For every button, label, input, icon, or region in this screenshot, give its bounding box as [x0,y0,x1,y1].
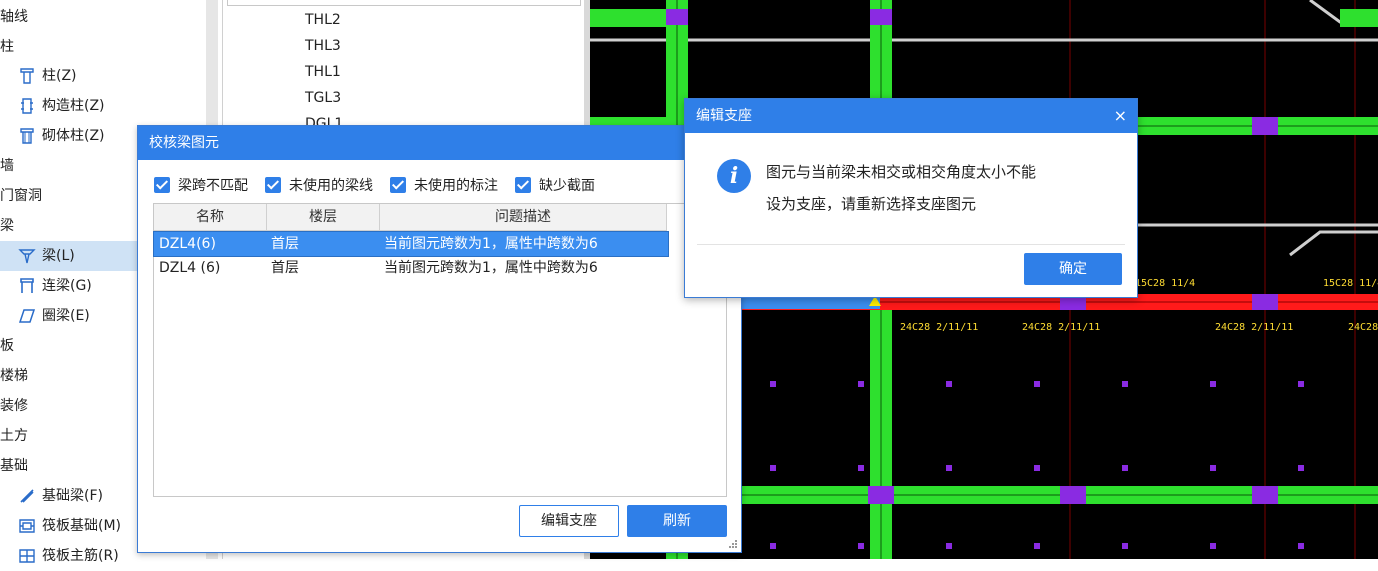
checkbox-checked-icon [265,177,281,193]
tree-item-door-window[interactable]: 门窗洞 [0,181,42,211]
tree-item-raft-foundation[interactable]: 筏板基础(M) [18,511,121,541]
constructional-column-icon [21,98,33,114]
tree-item-foundation-beam[interactable]: 基础梁(F) [18,481,103,511]
tree-item-coupling-beam[interactable]: 连梁(G) [18,271,92,301]
resize-grip-icon[interactable] [728,539,738,549]
column-header-name[interactable]: 名称 [154,204,267,231]
checkbox-unused-annotation[interactable]: 未使用的标注 [390,176,498,196]
list-item[interactable]: TGL3 [305,85,341,111]
ok-button[interactable]: 确定 [1024,253,1122,285]
edit-support-button[interactable]: 编辑支座 [519,505,619,537]
raft-rebar-icon [19,549,35,563]
close-icon[interactable]: × [1114,99,1127,133]
row-floor: 首层 [271,236,299,252]
row-name: DZL4 (6) [159,260,221,276]
beam-icon [18,249,36,264]
row-description: 当前图元跨数为1，属性中跨数为6 [384,236,598,252]
coupling-beam-icon [20,278,34,293]
tree-item-ring-beam[interactable]: 圈梁(E) [18,301,90,331]
row-description: 当前图元跨数为1，属性中跨数为6 [384,260,598,276]
tree-item-column[interactable]: 柱(Z) [18,61,77,91]
tree-item-column-group[interactable]: 柱 [0,32,14,62]
checkbox-checked-icon [390,177,406,193]
edit-support-dialog-title[interactable]: 编辑支座 [685,99,1137,133]
checkbox-span-mismatch[interactable]: 梁跨不匹配 [154,176,248,196]
column-icon [20,68,34,84]
raft-foundation-icon [19,519,35,533]
edit-support-dialog: 编辑支座 × i 图元与当前梁未相交或相交角度太小不能 设为支座，请重新选择支座… [684,98,1138,298]
rebar-annotation: 15C28 11/4 [1135,278,1195,289]
rebar-annotation: 15C28 11/4 [1323,278,1378,289]
check-beam-dialog: 校核梁图元 梁跨不匹配 未使用的梁线 未使用的标注 缺少截面 名称 楼层 问题描… [137,125,742,553]
list-item[interactable]: THL2 [305,7,341,33]
rebar-annotation: 24C28 2/11/11 [1022,322,1100,333]
row-name: DZL4(6) [159,236,216,252]
row-floor: 首层 [271,260,299,276]
rebar-annotation: 24C28 2/11/11 [900,322,978,333]
dialog-divider [697,244,1125,245]
table-row[interactable]: DZL4 (6) 首层 当前图元跨数为1，属性中跨数为6 [154,256,668,280]
tree-item-foundation-group[interactable]: 基础 [0,451,28,481]
foundation-beam-icon [20,489,34,503]
column-header-floor[interactable]: 楼层 [267,204,380,231]
tree-item-stairs[interactable]: 楼梯 [0,361,28,391]
list-search-input[interactable] [227,0,581,6]
issue-table: 名称 楼层 问题描述 DZL4(6) 首层 当前图元跨数为1，属性中跨数为6 D… [153,203,727,497]
table-row[interactable]: DZL4(6) 首层 当前图元跨数为1，属性中跨数为6 [153,231,669,257]
ring-beam-icon [18,309,36,323]
message-line-2: 设为支座，请重新选择支座图元 [766,195,977,213]
tree-item-masonry-column[interactable]: 砌体柱(Z) [18,121,105,151]
info-icon: i [717,159,751,193]
checkbox-checked-icon [515,177,531,193]
tree-item-constructional-column[interactable]: 构造柱(Z) [18,91,105,121]
checkbox-checked-icon [154,177,170,193]
message-line-1: 图元与当前梁未相交或相交角度太小不能 [766,163,1037,181]
masonry-column-icon [20,128,34,144]
column-header-description[interactable]: 问题描述 [380,204,667,231]
rebar-annotation: 24C28 2/11/11 [1215,322,1293,333]
checkbox-unused-beam-line[interactable]: 未使用的梁线 [265,176,373,196]
tree-item-decoration[interactable]: 装修 [0,391,28,421]
list-item[interactable]: THL3 [305,33,341,59]
tree-item-beam[interactable]: 梁(L) [0,241,138,271]
rebar-annotation: 24C28 [1348,322,1378,333]
tree-item-axis[interactable]: 轴线 [0,2,28,32]
check-beam-dialog-title[interactable]: 校核梁图元 [138,126,741,160]
tree-item-slab[interactable]: 板 [0,331,14,361]
list-item[interactable]: THL1 [305,59,341,85]
refresh-button[interactable]: 刷新 [627,505,727,537]
checkbox-missing-section[interactable]: 缺少截面 [515,176,595,196]
tree-item-beam-group[interactable]: 梁 [0,211,14,241]
tree-item-earthwork[interactable]: 土方 [0,421,28,451]
tree-item-wall[interactable]: 墙 [0,151,14,181]
tree-item-raft-rebar[interactable]: 筏板主筋(R) [18,541,119,571]
